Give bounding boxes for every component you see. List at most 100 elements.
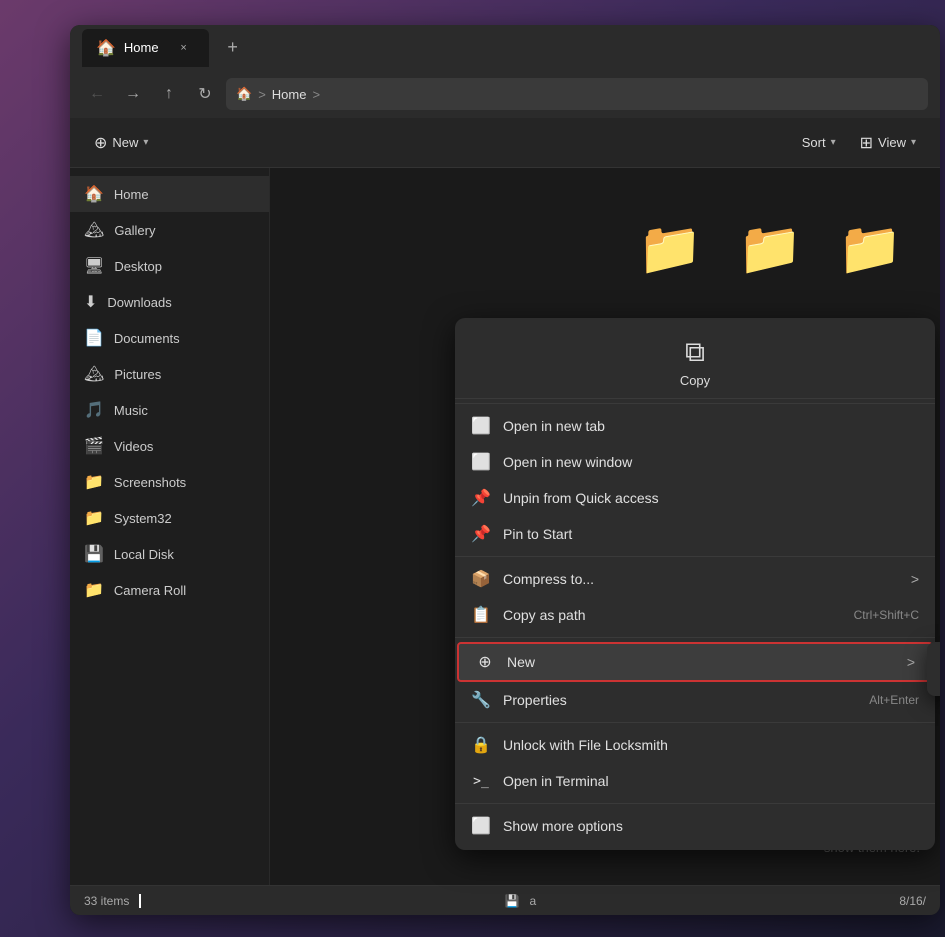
cm-open-terminal[interactable]: >_ Open in Terminal <box>455 763 935 799</box>
cm-more-label: Show more options <box>503 818 623 834</box>
camera-roll-sidebar-icon: 📁 <box>84 580 104 600</box>
new-action-label: New <box>112 135 138 150</box>
cm-unpin-label: Unpin from Quick access <box>503 490 659 506</box>
status-date: 8/16/ <box>899 894 926 908</box>
folder-item-downloads[interactable]: 📁 <box>630 218 710 279</box>
close-tab-button[interactable]: × <box>173 37 195 59</box>
sidebar-item-downloads[interactable]: ⬇ Downloads <box>70 284 269 320</box>
cm-open-new-tab-icon: ⬜ <box>471 416 491 436</box>
videos-sidebar-icon: 🎬 <box>84 436 104 456</box>
sidebar-item-videos[interactable]: 🎬 Videos <box>70 428 269 464</box>
sidebar-item-documents[interactable]: 📄 Documents <box>70 320 269 356</box>
view-action-button[interactable]: ⊞ View ▾ <box>850 126 926 160</box>
home-sidebar-label: Home <box>114 187 149 202</box>
pictures-sidebar-label: Pictures <box>114 367 161 382</box>
cm-show-more-options[interactable]: ⬜ Show more options <box>455 808 935 844</box>
desktop-sidebar-label: Desktop <box>114 259 162 274</box>
cm-more-icon: ⬜ <box>471 816 491 836</box>
cm-divider-3 <box>455 637 935 638</box>
sidebar-item-camera-roll[interactable]: 📁 Camera Roll <box>70 572 269 608</box>
status-cursor <box>139 894 141 908</box>
cm-compress-to[interactable]: 📦 Compress to... > <box>455 561 935 597</box>
cm-new-arrow: > <box>907 654 915 670</box>
cm-unlock-icon: 🔒 <box>471 735 491 755</box>
folder-item-generic[interactable]: 📁 <box>830 218 910 279</box>
cm-pin-to-start-label: Pin to Start <box>503 526 572 542</box>
cm-new-icon: ⊕ <box>475 652 495 672</box>
sidebar-item-home[interactable]: 🏠 Home <box>70 176 269 212</box>
sidebar-item-desktop[interactable]: 🖥 Desktop <box>70 248 269 284</box>
new-action-chevron: ▾ <box>143 137 148 148</box>
gallery-sidebar-label: Gallery <box>114 223 155 238</box>
title-bar: 🏠 Home × + <box>70 25 940 70</box>
orange-folder-icon: 📁 <box>738 218 803 279</box>
view-action-chevron: ▾ <box>911 137 916 148</box>
tab-title: Home <box>124 40 159 55</box>
cm-pin-to-start[interactable]: 📌 Pin to Start <box>455 516 935 552</box>
screenshots-sidebar-icon: 📁 <box>84 472 104 492</box>
sidebar: 🏠 Home 🏔 Gallery 🖥 Desktop ⬇ Downloads 📄… <box>70 168 270 915</box>
sidebar-item-system32[interactable]: 📁 System32 <box>70 500 269 536</box>
documents-sidebar-icon: 📄 <box>84 328 104 348</box>
sort-action-label: Sort <box>802 135 826 150</box>
cm-properties-icon: 🔧 <box>471 690 491 710</box>
submenu-new: 📁 Folder <box>927 642 940 696</box>
cm-open-new-tab[interactable]: ⬜ Open in new tab <box>455 408 935 444</box>
explorer-tab[interactable]: 🏠 Home × <box>82 29 209 67</box>
sidebar-item-pictures[interactable]: 🏔 Pictures <box>70 356 269 392</box>
cm-properties[interactable]: 🔧 Properties Alt+Enter <box>455 682 935 718</box>
sidebar-item-screenshots[interactable]: 📁 Screenshots <box>70 464 269 500</box>
pictures-sidebar-icon: 🏔 <box>84 364 104 384</box>
address-separator-2: > <box>312 87 320 102</box>
sort-action-button[interactable]: Sort ▾ <box>792 126 846 160</box>
cm-compress-icon: 📦 <box>471 569 491 589</box>
item-count: 33 items <box>84 894 129 908</box>
cm-unlock-locksmith[interactable]: 🔒 Unlock with File Locksmith <box>455 727 935 763</box>
view-action-label: View <box>878 135 906 150</box>
system32-sidebar-icon: 📁 <box>84 508 104 528</box>
camera-roll-sidebar-label: Camera Roll <box>114 583 186 598</box>
address-separator-1: > <box>258 87 266 102</box>
main-area: 🏠 Home 🏔 Gallery 🖥 Desktop ⬇ Downloads 📄… <box>70 168 940 915</box>
address-bar[interactable]: 🏠 > Home > <box>226 78 928 110</box>
cm-open-new-tab-label: Open in new tab <box>503 418 605 434</box>
back-button[interactable]: ← <box>82 79 112 109</box>
sidebar-item-music[interactable]: 🎵 Music <box>70 392 269 428</box>
cm-copy-as-path[interactable]: 📋 Copy as path Ctrl+Shift+C <box>455 597 935 633</box>
folder-grid: 📁 📁 📁 <box>610 198 930 299</box>
cm-copy-path-label: Copy as path <box>503 607 586 623</box>
cm-divider-2 <box>455 556 935 557</box>
context-menu-header: ⧉ Copy <box>455 324 935 399</box>
music-sidebar-label: Music <box>114 403 148 418</box>
downloads-sidebar-label: Downloads <box>107 295 171 310</box>
folder-item-music[interactable]: 📁 <box>730 218 810 279</box>
sidebar-item-local-disk[interactable]: 💾 Local Disk <box>70 536 269 572</box>
submenu-folder[interactable]: 📁 Folder <box>927 648 940 690</box>
cm-divider-1 <box>455 403 935 404</box>
sidebar-item-gallery[interactable]: 🏔 Gallery <box>70 212 269 248</box>
desktop-sidebar-icon: 🖥 <box>84 256 104 276</box>
downloads-sidebar-icon: ⬇ <box>84 292 97 312</box>
tab-home-icon: 🏠 <box>96 38 116 58</box>
navigation-toolbar: ← → ↑ ↻ 🏠 > Home > <box>70 70 940 118</box>
cm-terminal-label: Open in Terminal <box>503 773 609 789</box>
new-action-button[interactable]: ⊕ New ▾ <box>84 126 158 160</box>
new-tab-button[interactable]: + <box>219 34 247 62</box>
system32-sidebar-label: System32 <box>114 511 172 526</box>
screenshots-sidebar-label: Screenshots <box>114 475 186 490</box>
forward-button[interactable]: → <box>118 79 148 109</box>
cm-properties-label: Properties <box>503 692 567 708</box>
status-bar: 33 items 💾 a 8/16/ <box>70 885 940 915</box>
drive-icon: 💾 <box>505 894 520 908</box>
explorer-window: 🏠 Home × + ← → ↑ ↻ 🏠 > Home > ⊕ New ▾ So… <box>70 25 940 915</box>
cm-divider-4 <box>455 722 935 723</box>
cm-properties-shortcut: Alt+Enter <box>869 693 919 707</box>
action-toolbar: ⊕ New ▾ Sort ▾ ⊞ View ▾ <box>70 118 940 168</box>
cm-new[interactable]: ⊕ New > 📁 Folder <box>457 642 933 682</box>
address-path: Home <box>272 87 307 102</box>
cm-open-new-window[interactable]: ⬜ Open in new window <box>455 444 935 480</box>
refresh-button[interactable]: ↻ <box>190 79 220 109</box>
cm-unpin-quick-access[interactable]: 📌 Unpin from Quick access <box>455 480 935 516</box>
cm-copy-path-icon: 📋 <box>471 605 491 625</box>
up-button[interactable]: ↑ <box>154 79 184 109</box>
